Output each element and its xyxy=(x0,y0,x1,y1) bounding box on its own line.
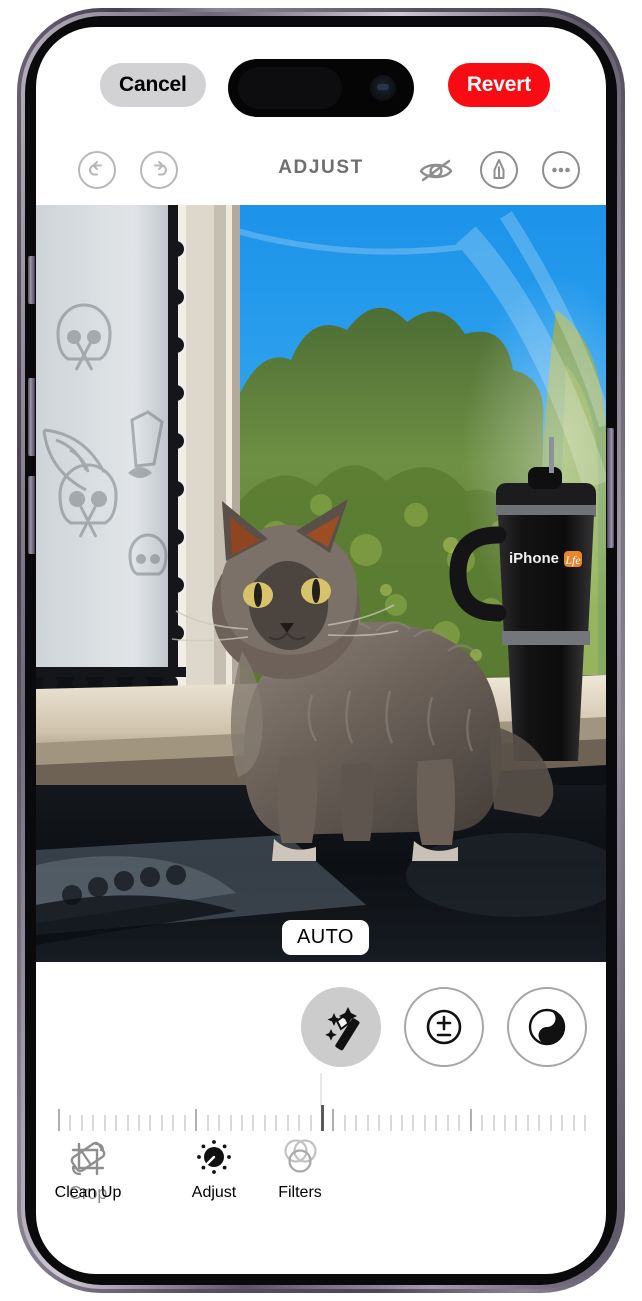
slider-tick xyxy=(469,1109,472,1131)
slider-tick xyxy=(80,1115,83,1131)
phone-screen: Cancel Revert ADJUST iPhone Lfe AUTO Adj… xyxy=(36,27,606,1274)
slider-tick xyxy=(126,1115,129,1131)
slider-tick xyxy=(492,1115,495,1131)
top-navigation-bar: Cancel Revert xyxy=(36,59,606,117)
slider-tick xyxy=(115,1115,118,1131)
edit-toolbar: ADJUST xyxy=(36,139,606,201)
volume-down-button[interactable] xyxy=(28,476,35,554)
edit-mode-tabs: Adjust Filters Crop Clean Up xyxy=(36,1135,606,1241)
slider-tick xyxy=(138,1115,141,1131)
action-button[interactable] xyxy=(28,256,35,304)
slider-tick xyxy=(366,1115,369,1131)
magic-wand-icon xyxy=(325,1007,360,1051)
front-camera-icon xyxy=(370,75,396,101)
slider-tick xyxy=(275,1115,278,1131)
cancel-button[interactable]: Cancel xyxy=(100,63,206,107)
phone-frame: Cancel Revert ADJUST iPhone Lfe AUTO Adj… xyxy=(17,8,625,1293)
tab-cleanup[interactable]: Clean Up xyxy=(36,1135,140,1202)
filters-icon xyxy=(248,1135,352,1184)
auto-adjust-tool[interactable] xyxy=(301,987,381,1067)
slider-tick xyxy=(263,1115,266,1131)
slider-tick xyxy=(561,1115,564,1131)
slider-tick xyxy=(423,1115,426,1131)
slider-tick xyxy=(526,1115,529,1131)
intensity-slider[interactable] xyxy=(36,1073,606,1137)
slider-tick xyxy=(160,1115,163,1131)
auto-badge: AUTO xyxy=(282,920,369,955)
photo-canvas[interactable]: iPhone Lfe AUTO xyxy=(36,205,606,962)
slider-tick xyxy=(332,1109,335,1131)
eye-slash-icon[interactable] xyxy=(414,151,458,191)
tab-filters[interactable]: Filters xyxy=(248,1135,352,1202)
slider-tick xyxy=(572,1115,575,1131)
slider-tick xyxy=(298,1115,301,1131)
slider-tick xyxy=(446,1115,449,1131)
plus-minus-icon xyxy=(426,1009,462,1045)
exposure-tool[interactable] xyxy=(404,987,484,1067)
contrast-icon xyxy=(528,1008,566,1046)
slider-tick xyxy=(401,1115,404,1131)
slider-tick xyxy=(355,1115,358,1131)
markup-pen-icon[interactable] xyxy=(480,151,518,189)
island-sensor-pill xyxy=(238,67,342,109)
slider-tick xyxy=(149,1115,152,1131)
slider-tick xyxy=(172,1115,175,1131)
slider-tick xyxy=(378,1115,381,1131)
slider-tick xyxy=(343,1115,346,1131)
slider-tick xyxy=(309,1115,312,1131)
slider-tick xyxy=(195,1109,198,1131)
slider-tick xyxy=(229,1115,232,1131)
svg-text:iPhone: iPhone xyxy=(509,550,559,567)
slider-tick xyxy=(435,1115,438,1131)
adjustment-tools-row xyxy=(36,983,606,1077)
slider-tick xyxy=(58,1109,60,1131)
ellipsis-icon[interactable] xyxy=(542,151,580,189)
page-title: ADJUST xyxy=(278,157,364,178)
slider-tick xyxy=(549,1115,552,1131)
slider-tick xyxy=(515,1115,518,1131)
slider-tick xyxy=(481,1115,484,1131)
power-button[interactable] xyxy=(607,428,614,548)
slider-tick xyxy=(538,1115,541,1131)
revert-button[interactable]: Revert xyxy=(447,63,550,107)
slider-tick xyxy=(503,1115,506,1131)
slider-tick xyxy=(218,1115,221,1131)
slider-tick xyxy=(69,1115,72,1131)
volume-up-button[interactable] xyxy=(28,378,35,456)
tab-cleanup-label: Clean Up xyxy=(54,1184,122,1201)
slider-tick xyxy=(103,1115,106,1131)
edited-photo: iPhone Lfe xyxy=(36,205,606,962)
slider-tick xyxy=(584,1115,586,1131)
slider-tick xyxy=(206,1115,209,1131)
eraser-icon xyxy=(36,1135,140,1184)
slider-tick-row xyxy=(58,1103,586,1131)
tab-filters-label: Filters xyxy=(278,1184,322,1201)
slider-tick xyxy=(183,1115,186,1131)
slider-tick xyxy=(240,1115,243,1131)
slider-tick xyxy=(92,1115,95,1131)
contrast-tool[interactable] xyxy=(507,987,587,1067)
slider-caret xyxy=(320,1073,322,1107)
dynamic-island xyxy=(228,59,414,117)
slider-tick xyxy=(389,1115,392,1131)
slider-tick xyxy=(321,1105,324,1131)
slider-tick xyxy=(286,1115,289,1131)
slider-tick xyxy=(252,1115,255,1131)
slider-tick xyxy=(458,1115,461,1131)
slider-tick xyxy=(412,1115,415,1131)
svg-text:Lfe: Lfe xyxy=(564,553,581,567)
